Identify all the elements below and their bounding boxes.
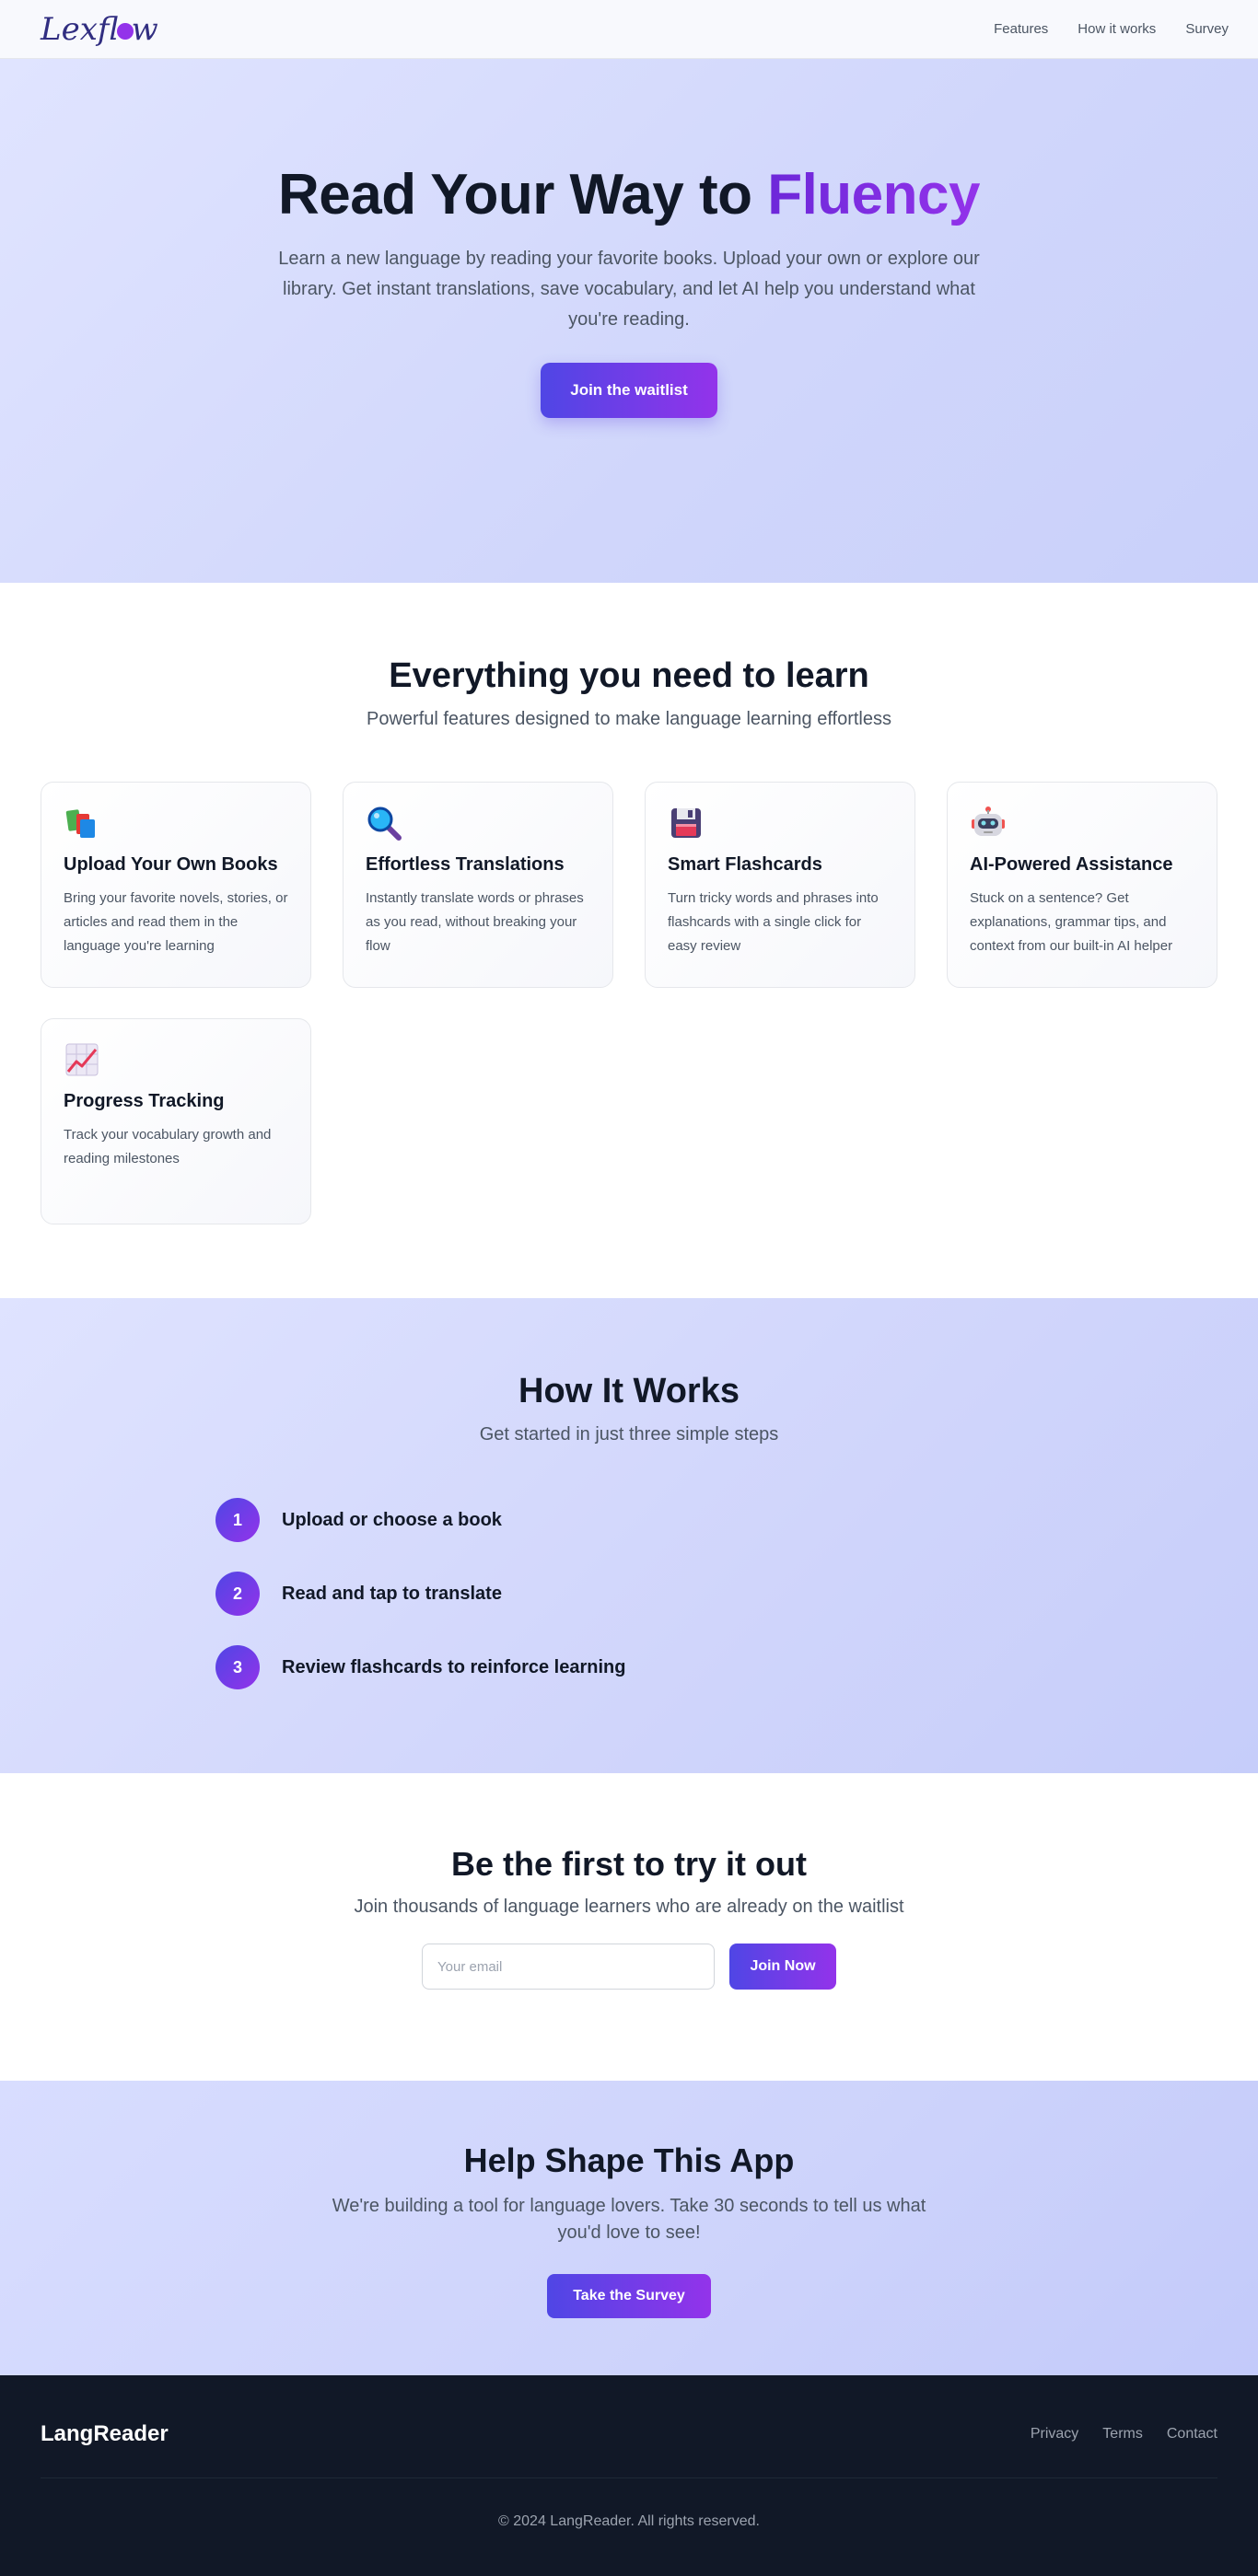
feature-card: Upload Your Own Books Bring your favorit… — [41, 782, 311, 988]
email-input[interactable] — [422, 1944, 715, 1990]
join-now-button[interactable]: Join Now — [729, 1944, 836, 1990]
hero-subtitle: Learn a new language by reading your fav… — [278, 249, 980, 330]
features-title: Everything you need to learn — [389, 656, 869, 695]
join-waitlist-button[interactable]: Join the waitlist — [541, 363, 717, 418]
hero-section: Read Your Way to Fluency Learn a new lan… — [0, 59, 1258, 583]
feature-card-desc: Bring your favorite novels, stories, or … — [64, 890, 288, 954]
step-item: 3 Review flashcards to reinforce learnin… — [215, 1644, 1258, 1690]
nav-link-how-it-works[interactable]: How it works — [1077, 21, 1156, 37]
chart-up-icon — [64, 1041, 100, 1078]
feature-card-desc: Turn tricky words and phrases into flash… — [668, 890, 879, 954]
hero-title-main: Read Your Way to — [277, 163, 768, 226]
steps-list: 1 Upload or choose a book 2 Read and tap… — [215, 1497, 1258, 1690]
feature-card: AI-Powered Assistance Stuck on a sentenc… — [947, 782, 1217, 988]
step-item: 2 Read and tap to translate — [215, 1571, 1258, 1617]
footer-link-contact[interactable]: Contact — [1167, 2426, 1217, 2443]
features-section: Everything you need to learn Powerful fe… — [0, 583, 1258, 1298]
how-title: How It Works — [518, 1372, 740, 1410]
feature-cards: Upload Your Own Books Bring your favorit… — [41, 782, 1217, 1224]
feature-card-title: Smart Flashcards — [668, 854, 822, 875]
waitlist-section: Be the first to try it out Join thousand… — [0, 1773, 1258, 2081]
books-icon — [64, 805, 100, 841]
waitlist-form: Join Now — [0, 1944, 1258, 1990]
step-number: 3 — [215, 1645, 260, 1689]
step-item: 1 Upload or choose a book — [215, 1497, 1258, 1543]
footer-links: Privacy Terms Contact — [1031, 2426, 1217, 2443]
footer-copyright: © 2024 LangReader. All rights reserved. — [498, 2513, 760, 2529]
how-it-works-section: How It Works Get started in just three s… — [0, 1298, 1258, 1773]
hero-title-accent: Fluency — [767, 163, 980, 226]
feature-card-title: Upload Your Own Books — [64, 854, 278, 875]
floppy-disk-icon — [668, 805, 705, 841]
feature-card: Effortless Translations Instantly transl… — [343, 782, 613, 988]
survey-subtitle: We're building a tool for language lover… — [332, 2196, 926, 2243]
nav-link-features[interactable]: Features — [994, 21, 1048, 37]
waitlist-subtitle: Join thousands of language learners who … — [354, 1897, 904, 1917]
hero-title: Read Your Way to Fluency — [277, 162, 981, 227]
feature-card-title: Effortless Translations — [366, 854, 565, 875]
nav-links: Features How it works Survey — [994, 21, 1229, 37]
nav-link-survey[interactable]: Survey — [1185, 21, 1229, 37]
feature-card: Progress Tracking Track your vocabulary … — [41, 1018, 311, 1224]
take-survey-button[interactable]: Take the Survey — [547, 2274, 711, 2318]
feature-card-desc: Track your vocabulary growth and reading… — [64, 1127, 272, 1166]
footer-top: LangReader Privacy Terms Contact — [41, 2375, 1217, 2478]
how-subtitle: Get started in just three simple steps — [479, 1424, 779, 1445]
logo[interactable]: Lexfl w — [41, 11, 158, 48]
magnifier-icon — [366, 805, 402, 841]
footer-link-terms[interactable]: Terms — [1102, 2426, 1143, 2443]
step-number: 1 — [215, 1498, 260, 1542]
survey-section: Help Shape This App We're building a too… — [0, 2081, 1258, 2375]
feature-card-title: Progress Tracking — [64, 1091, 225, 1111]
survey-title: Help Shape This App — [463, 2141, 795, 2179]
feature-card-desc: Stuck on a sentence? Get explanations, g… — [970, 890, 1173, 954]
logo-dot-icon — [116, 22, 134, 40]
logo-text-left: Lexfl — [41, 10, 119, 48]
step-label: Review flashcards to reinforce learning — [282, 1656, 626, 1677]
top-nav: Lexfl w Features How it works Survey — [0, 0, 1258, 59]
step-label: Read and tap to translate — [282, 1583, 502, 1604]
waitlist-title: Be the first to try it out — [451, 1845, 807, 1883]
step-label: Upload or choose a book — [282, 1509, 502, 1530]
footer-brand: LangReader — [41, 2420, 169, 2446]
logo-text-right: w — [131, 10, 158, 48]
step-number: 2 — [215, 1572, 260, 1616]
feature-card-title: AI-Powered Assistance — [970, 854, 1173, 875]
feature-card: Smart Flashcards Turn tricky words and p… — [645, 782, 915, 988]
robot-icon — [970, 805, 1007, 841]
footer: LangReader Privacy Terms Contact © 2024 … — [0, 2375, 1258, 2576]
features-subtitle: Powerful features designed to make langu… — [367, 709, 891, 729]
feature-card-desc: Instantly translate words or phrases as … — [366, 890, 584, 954]
footer-link-privacy[interactable]: Privacy — [1031, 2426, 1078, 2443]
